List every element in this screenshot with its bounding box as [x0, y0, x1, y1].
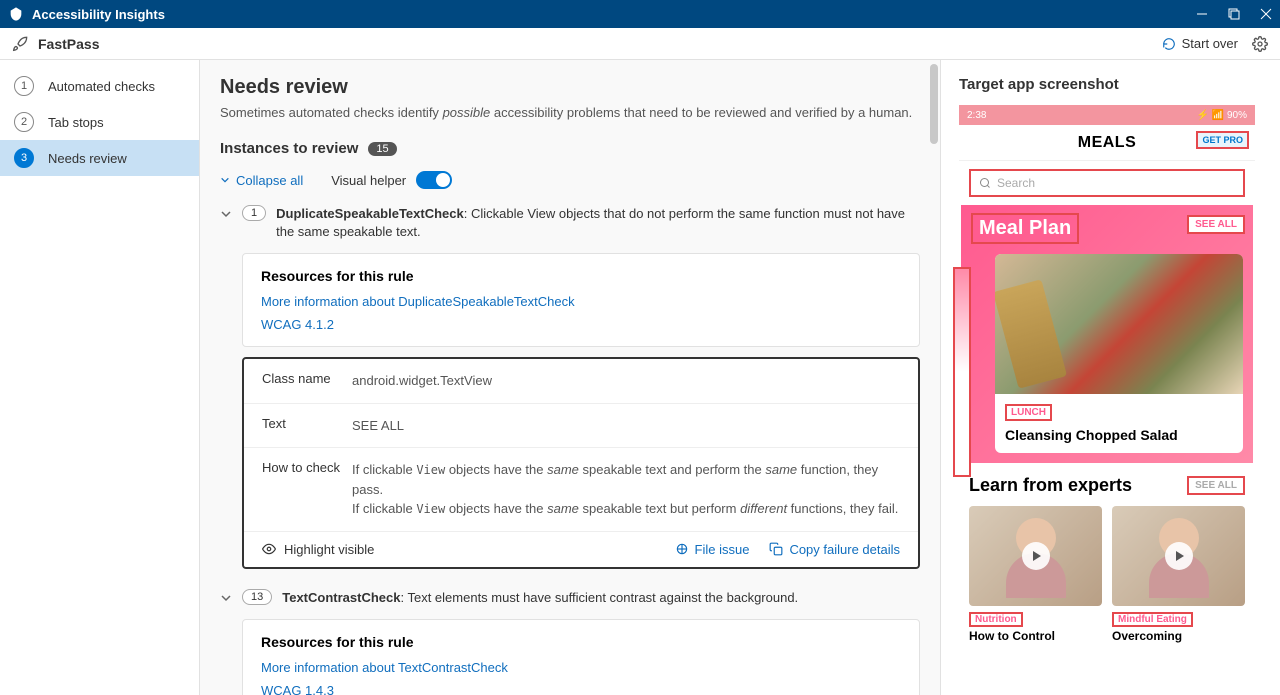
expert-card: Nutrition How to Control	[969, 506, 1102, 643]
rule-header: 1 DuplicateSpeakableTextCheck: Clickable…	[220, 205, 920, 241]
detail-row-classname: Class name android.widget.TextView	[244, 359, 918, 404]
rule-description: TextContrastCheck: Text elements must ha…	[282, 589, 798, 607]
chevron-down-icon[interactable]	[220, 592, 232, 604]
meal-card: LUNCH Cleansing Chopped Salad	[995, 254, 1243, 453]
rule-description: DuplicateSpeakableTextCheck: Clickable V…	[276, 205, 920, 241]
phone-screenshot: 2:38 ⚡ 📶 90% MEALS GET PRO Search Meal P…	[959, 105, 1255, 655]
expert-image	[1112, 506, 1245, 606]
preview-title: Target app screenshot	[959, 76, 1262, 93]
phone-status-bar: 2:38 ⚡ 📶 90%	[959, 105, 1255, 125]
collapse-all-button[interactable]: Collapse all	[220, 173, 303, 188]
expert-image	[969, 506, 1102, 606]
meal-plan-section: Meal Plan SEE ALL LUNCH Cleansing Choppe…	[961, 205, 1253, 463]
detail-actions: Highlight visible File issue Copy failur…	[244, 532, 918, 567]
experts-title: Learn from experts	[969, 475, 1132, 496]
step-number: 1	[14, 76, 34, 96]
resources-title: Resources for this rule	[261, 268, 901, 284]
page-subtitle: Sometimes automated checks identify poss…	[220, 105, 920, 120]
instances-label: Instances to review	[220, 140, 358, 157]
start-over-button[interactable]: Start over	[1162, 36, 1238, 51]
phone-search: Search	[969, 169, 1245, 197]
sidebar-item-automated-checks[interactable]: 1 Automated checks	[0, 68, 199, 104]
titlebar: Accessibility Insights	[0, 0, 1280, 28]
controls-row: Collapse all Visual helper	[220, 171, 920, 189]
detail-row-howto: How to check If clickable View objects h…	[244, 448, 918, 532]
expert-tag: Nutrition	[969, 612, 1023, 627]
rule-count-pill: 1	[242, 205, 266, 221]
app-logo-icon	[8, 6, 24, 22]
wcag-link[interactable]: WCAG 1.4.3	[261, 683, 901, 695]
resources-card: Resources for this rule More information…	[242, 253, 920, 347]
rocket-icon	[12, 36, 28, 52]
rule-block-text-contrast: 13 TextContrastCheck: Text elements must…	[220, 589, 920, 695]
content-area: Needs review Sometimes automated checks …	[200, 60, 940, 695]
chevron-down-icon[interactable]	[220, 208, 232, 220]
expert-title: Overcoming	[1112, 629, 1245, 643]
see-all-button: SEE ALL	[1187, 215, 1245, 234]
meal-name: Cleansing Chopped Salad	[1005, 427, 1233, 443]
phone-header: MEALS GET PRO	[959, 125, 1255, 161]
more-info-link[interactable]: More information about DuplicateSpeakabl…	[261, 294, 901, 309]
app-title: Accessibility Insights	[32, 7, 1196, 22]
window-controls	[1196, 8, 1272, 20]
sidebar-item-label: Needs review	[48, 151, 127, 166]
resources-card: Resources for this rule More information…	[242, 619, 920, 695]
copy-details-button[interactable]: Copy failure details	[769, 542, 900, 557]
play-icon	[1022, 542, 1050, 570]
step-number: 3	[14, 148, 34, 168]
settings-button[interactable]	[1252, 36, 1268, 52]
file-issue-button[interactable]: File issue	[675, 542, 750, 557]
highlight-visible-button[interactable]: Highlight visible	[262, 542, 374, 557]
eye-icon	[262, 542, 276, 556]
page-title: Needs review	[220, 76, 920, 99]
visual-helper-control: Visual helper	[331, 171, 452, 189]
rule-block-duplicate-speakable: 1 DuplicateSpeakableTextCheck: Clickable…	[220, 205, 920, 569]
howto-text: If clickable View objects have the same …	[352, 460, 900, 519]
meal-image	[995, 254, 1243, 394]
bug-icon	[675, 542, 689, 556]
sidebar-item-tab-stops[interactable]: 2 Tab stops	[0, 104, 199, 140]
preview-pane: Target app screenshot 2:38 ⚡ 📶 90% MEALS…	[940, 60, 1280, 695]
detail-row-text: Text SEE ALL	[244, 404, 918, 449]
wcag-link[interactable]: WCAG 4.1.2	[261, 317, 901, 332]
sidebar: 1 Automated checks 2 Tab stops 3 Needs r…	[0, 60, 200, 695]
copy-icon	[769, 542, 783, 556]
meal-tag: LUNCH	[1005, 404, 1052, 421]
expert-title: How to Control	[969, 629, 1102, 643]
sidebar-item-needs-review[interactable]: 3 Needs review	[0, 140, 199, 176]
main-layout: 1 Automated checks 2 Tab stops 3 Needs r…	[0, 60, 1280, 695]
minimize-button[interactable]	[1196, 8, 1208, 20]
maximize-button[interactable]	[1228, 8, 1240, 20]
instance-detail-card: Class name android.widget.TextView Text …	[242, 357, 920, 569]
chevron-down-icon	[220, 175, 230, 185]
expert-tag: Mindful Eating	[1112, 612, 1193, 627]
see-all-button: SEE ALL	[1187, 476, 1245, 495]
play-icon	[1165, 542, 1193, 570]
resources-title: Resources for this rule	[261, 634, 901, 650]
instances-count-pill: 15	[368, 142, 396, 156]
instances-row: Instances to review 15	[220, 140, 920, 157]
refresh-icon	[1162, 37, 1176, 51]
expert-card: Mindful Eating Overcoming	[1112, 506, 1245, 643]
meal-plan-title: Meal Plan	[971, 213, 1079, 244]
rule-header: 13 TextContrastCheck: Text elements must…	[220, 589, 920, 607]
more-info-link[interactable]: More information about TextContrastCheck	[261, 660, 901, 675]
header-title: FastPass	[38, 36, 99, 52]
sidebar-item-label: Automated checks	[48, 79, 155, 94]
scrollbar[interactable]	[930, 64, 938, 144]
highlighted-element-sliver	[953, 267, 971, 477]
get-pro-button: GET PRO	[1196, 131, 1249, 149]
close-button[interactable]	[1260, 8, 1272, 20]
rule-count-pill: 13	[242, 589, 272, 605]
step-number: 2	[14, 112, 34, 132]
header-bar: FastPass Start over	[0, 28, 1280, 60]
visual-helper-toggle[interactable]	[416, 171, 452, 189]
experts-section: Learn from experts SEE ALL Nutrition How…	[959, 463, 1255, 655]
sidebar-item-label: Tab stops	[48, 115, 104, 130]
search-icon	[979, 177, 991, 189]
